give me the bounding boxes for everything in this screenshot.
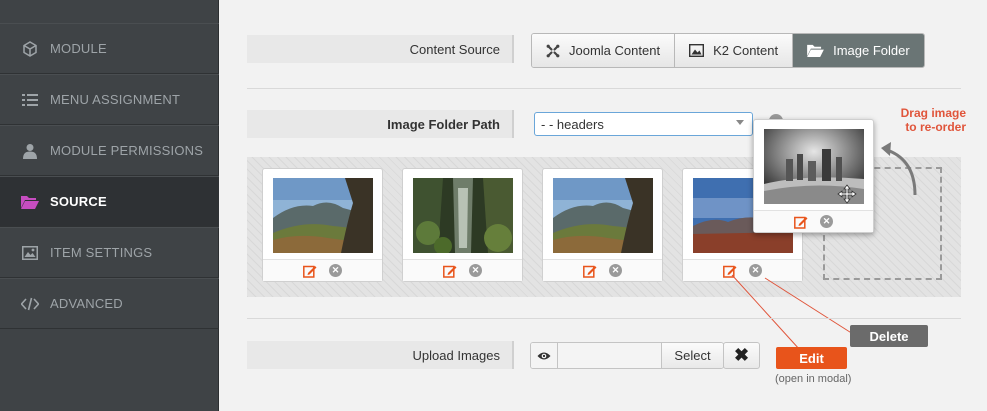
sidebar-item-label: MODULE PERMISSIONS — [50, 143, 204, 158]
card-toolbar: ✕ — [543, 259, 662, 281]
clear-button[interactable]: ✖ — [723, 342, 760, 369]
joomla-icon — [546, 44, 560, 58]
thumbnail-mountain — [273, 178, 373, 253]
sidebar-item-item-settings[interactable]: ITEM SETTINGS — [0, 227, 219, 278]
drag-hint-line: Drag image — [900, 106, 966, 120]
card-toolbar: ✕ — [263, 259, 382, 281]
delete-annotation-tag: Delete — [850, 325, 928, 347]
content-source-toggle: Joomla Content K2 Content Image Folder — [531, 33, 925, 68]
sidebar-item-module[interactable]: MODULE — [0, 23, 219, 74]
gallery-image-card[interactable]: ✕ — [542, 168, 663, 282]
joomla-content-button[interactable]: Joomla Content — [532, 34, 676, 67]
drag-hint-callout: Drag image to re-order — [880, 106, 966, 134]
image-icon — [20, 243, 40, 263]
eye-icon[interactable] — [531, 343, 558, 368]
sidebar-item-label: SOURCE — [50, 194, 107, 209]
upload-filename-field[interactable] — [558, 343, 661, 368]
image-folder-path-label: Image Folder Path — [247, 110, 514, 138]
thumbnail-mountain — [553, 178, 653, 253]
edit-icon[interactable] — [583, 264, 597, 278]
folder-open-icon — [20, 192, 40, 212]
sidebar-item-source[interactable]: SOURCE — [0, 176, 219, 227]
delete-icon[interactable]: ✕ — [609, 264, 622, 277]
drag-hint-line: to re-order — [905, 120, 966, 134]
image-folder-path-select[interactable]: - - headers — [534, 112, 753, 136]
edit-icon[interactable] — [794, 215, 808, 229]
gallery-image-card[interactable]: ✕ — [262, 168, 383, 282]
sidebar-item-label: ITEM SETTINGS — [50, 245, 153, 260]
joomla-content-label: Joomla Content — [569, 43, 661, 58]
sidebar-item-label: MENU ASSIGNMENT — [50, 92, 181, 107]
sidebar-item-module-permissions[interactable]: MODULE PERMISSIONS — [0, 125, 219, 176]
sidebar-item-label: ADVANCED — [50, 296, 123, 311]
divider — [247, 88, 961, 89]
sidebar-item-advanced[interactable]: ADVANCED — [0, 278, 219, 329]
move-icon — [836, 183, 858, 205]
card-toolbar: ✕ — [683, 259, 802, 281]
chevron-down-icon — [736, 120, 744, 125]
divider — [247, 318, 961, 319]
image-icon — [689, 44, 705, 57]
user-icon — [20, 141, 40, 161]
k2-content-label: K2 Content — [713, 43, 779, 58]
folder-open-icon — [807, 44, 824, 57]
curved-arrow-icon — [881, 142, 917, 196]
image-folder-label: Image Folder — [833, 43, 910, 58]
upload-images-control: Select — [530, 342, 724, 369]
list-icon — [20, 90, 40, 110]
delete-icon[interactable]: ✕ — [329, 264, 342, 277]
edit-annotation-note: (open in modal) — [775, 373, 852, 385]
upload-images-label: Upload Images — [247, 341, 514, 369]
edit-icon[interactable] — [723, 264, 737, 278]
module-icon — [20, 39, 40, 59]
code-icon — [20, 294, 40, 314]
select-button[interactable]: Select — [661, 343, 723, 368]
content-source-label: Content Source — [247, 35, 514, 63]
edit-icon[interactable] — [443, 264, 457, 278]
gallery-image-card[interactable]: ✕ — [402, 168, 523, 282]
card-toolbar: ✕ — [403, 259, 522, 281]
edit-icon[interactable] — [303, 264, 317, 278]
image-folder-path-value: - - headers — [541, 116, 604, 132]
thumbnail-forest — [413, 178, 513, 253]
delete-icon[interactable]: ✕ — [469, 264, 482, 277]
image-folder-button[interactable]: Image Folder — [793, 34, 924, 67]
delete-icon[interactable]: ✕ — [749, 264, 762, 277]
edit-annotation-tag: Edit — [776, 347, 847, 369]
sidebar-item-menu-assignment[interactable]: MENU ASSIGNMENT — [0, 74, 219, 125]
sidebar: MODULE MENU ASSIGNMENT MODULE PERMISSION… — [0, 0, 219, 411]
card-toolbar: ✕ — [754, 210, 873, 232]
sidebar-item-label: MODULE — [50, 41, 107, 56]
delete-icon[interactable]: ✕ — [820, 215, 833, 228]
k2-content-button[interactable]: K2 Content — [675, 34, 794, 67]
dragging-image-card[interactable]: ✕ — [753, 119, 874, 233]
